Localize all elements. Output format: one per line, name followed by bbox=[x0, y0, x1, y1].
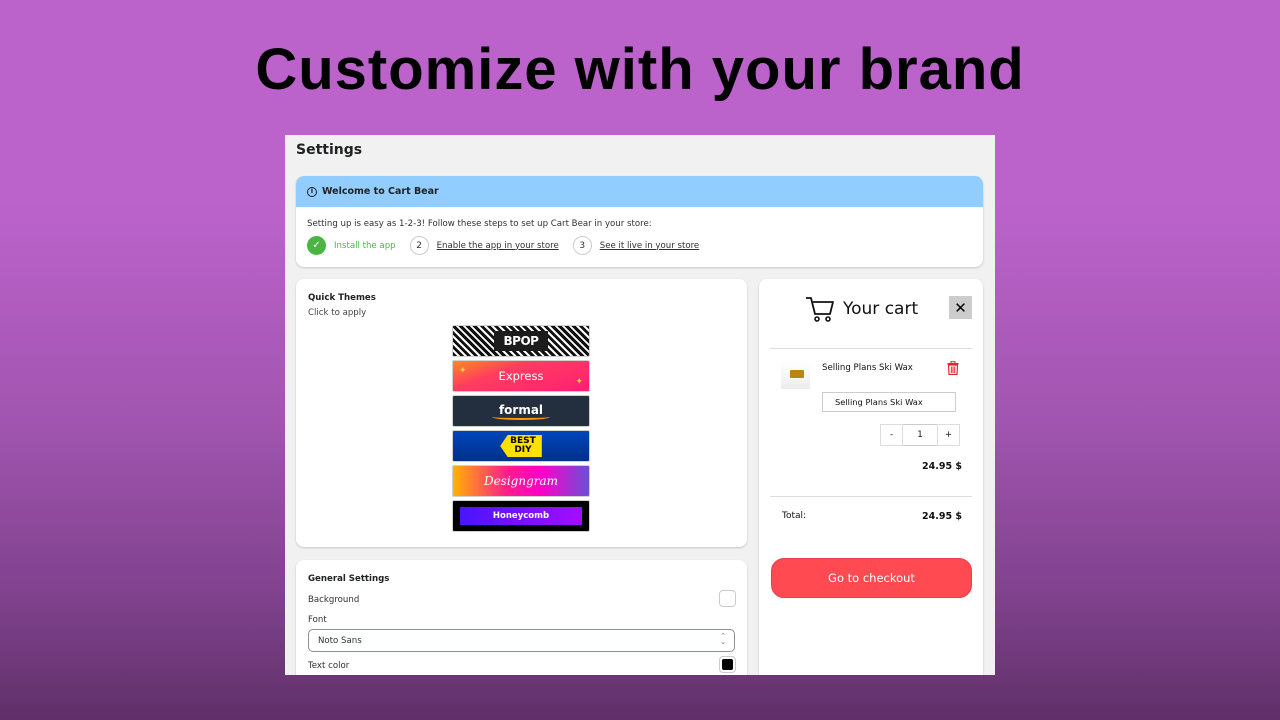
qty-input[interactable]: 1 bbox=[903, 424, 937, 446]
font-label: Font bbox=[308, 615, 327, 625]
background-color-swatch[interactable] bbox=[719, 590, 736, 607]
page-title: Settings bbox=[296, 142, 363, 158]
select-caret-icon: ⌃ ⌄ bbox=[720, 632, 726, 646]
checkmark-icon: ✓ bbox=[307, 236, 326, 255]
banner-text: Setting up is easy as 1-2-3! Follow thes… bbox=[307, 219, 652, 229]
general-settings-title: General Settings bbox=[308, 574, 390, 584]
background-label: Background bbox=[308, 595, 360, 605]
divider bbox=[770, 496, 972, 497]
app-window: Settings i Welcome to Cart Bear Setting … bbox=[285, 135, 995, 675]
line-item-price: 24.95 $ bbox=[922, 461, 962, 472]
text-color-fill bbox=[722, 659, 733, 670]
product-thumbnail bbox=[781, 363, 810, 389]
theme-bpop-label: BPOP bbox=[493, 331, 549, 351]
shopping-cart-icon bbox=[806, 297, 834, 322]
total-label: Total: bbox=[782, 511, 807, 521]
theme-best-diy-line2: DIY bbox=[514, 445, 532, 455]
cart-title: Your cart bbox=[843, 299, 919, 319]
theme-bpop[interactable]: BPOP bbox=[452, 325, 590, 357]
step-3: 3 See it live in your store bbox=[572, 236, 700, 255]
theme-designgram[interactable]: Designgram bbox=[452, 465, 590, 497]
see-live-link[interactable]: See it live in your store bbox=[600, 241, 700, 251]
total-value: 24.95 $ bbox=[922, 511, 962, 522]
price-tag-icon: BEST DIY bbox=[500, 435, 542, 457]
close-icon: ✕ bbox=[954, 298, 967, 317]
sparkle-icon: ✦ bbox=[575, 377, 583, 387]
quick-themes-card: Quick Themes Click to apply BPOP ✦ ✦ Exp… bbox=[296, 279, 747, 547]
info-icon: i bbox=[307, 186, 317, 197]
quick-themes-title: Quick Themes bbox=[308, 293, 376, 303]
variant-selector[interactable]: Selling Plans Ski Wax bbox=[822, 392, 956, 412]
sparkle-icon: ✦ bbox=[459, 366, 467, 376]
step-3-number: 3 bbox=[572, 236, 592, 255]
quantity-stepper: - 1 + bbox=[880, 424, 960, 446]
text-color-label: Text color bbox=[308, 661, 350, 671]
step-1-label: Install the app bbox=[334, 240, 396, 251]
trash-icon[interactable] bbox=[947, 361, 959, 375]
product-name: Selling Plans Ski Wax bbox=[822, 363, 913, 373]
divider bbox=[770, 348, 972, 349]
step-2: 2 Enable the app in your store bbox=[409, 236, 559, 255]
general-settings-card: General Settings Background Font Noto Sa… bbox=[296, 560, 747, 675]
quick-themes-subtitle: Click to apply bbox=[308, 308, 367, 318]
theme-honeycomb-label: Honeycomb bbox=[460, 507, 582, 525]
banner-title: Welcome to Cart Bear bbox=[322, 186, 439, 197]
cart-preview: Your cart ✕ Selling Plans Ski Wax Sellin… bbox=[759, 279, 983, 675]
qty-decrease-button[interactable]: - bbox=[880, 424, 903, 446]
promo-headline: Customize with your brand bbox=[255, 37, 1025, 102]
enable-app-link[interactable]: Enable the app in your store bbox=[437, 241, 559, 251]
font-select-value: Noto Sans bbox=[318, 635, 362, 646]
font-select[interactable]: Noto Sans ⌃ ⌄ bbox=[308, 629, 735, 652]
step-2-number: 2 bbox=[409, 236, 429, 255]
theme-designgram-label: Designgram bbox=[483, 474, 559, 488]
setup-steps: ✓ Install the app 2 Enable the app in yo… bbox=[307, 236, 713, 255]
step-1: ✓ Install the app bbox=[307, 236, 396, 255]
banner-header: i Welcome to Cart Bear bbox=[296, 176, 983, 207]
qty-increase-button[interactable]: + bbox=[937, 424, 960, 446]
theme-express-label: Express bbox=[498, 369, 544, 383]
theme-formal[interactable]: formal bbox=[452, 395, 590, 427]
welcome-banner: i Welcome to Cart Bear Setting up is eas… bbox=[296, 176, 983, 267]
theme-express[interactable]: ✦ ✦ Express bbox=[452, 360, 590, 392]
theme-honeycomb[interactable]: Honeycomb bbox=[452, 500, 590, 532]
checkout-button[interactable]: Go to checkout bbox=[771, 558, 972, 598]
close-cart-button[interactable]: ✕ bbox=[949, 296, 972, 319]
cart-header: Your cart bbox=[805, 295, 918, 323]
smile-arrow-icon bbox=[492, 414, 550, 420]
theme-best-diy[interactable]: BEST DIY bbox=[452, 430, 590, 462]
text-color-swatch[interactable] bbox=[719, 656, 736, 673]
